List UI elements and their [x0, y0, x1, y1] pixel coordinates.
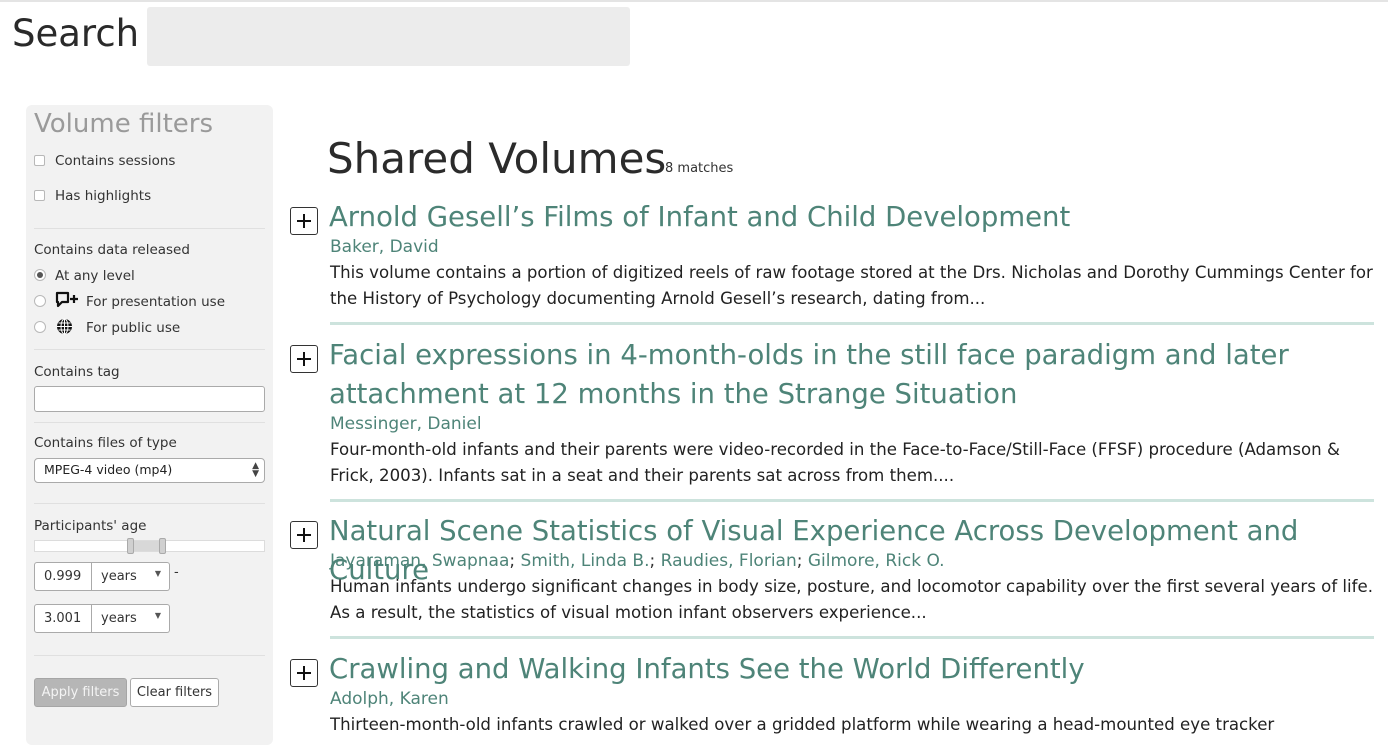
match-count: 8 matches — [665, 161, 734, 176]
volume-description: Human infants undergo significant change… — [330, 577, 1373, 622]
age-min-unit-value: years — [101, 569, 137, 584]
author-link[interactable]: Baker, David — [330, 237, 439, 257]
release-any-radio[interactable] — [34, 269, 46, 281]
filetype-select[interactable]: MPEG-4 video (mp4) ▲ ▼ — [34, 458, 265, 483]
volume-authors: Adolph, Karen — [330, 689, 449, 709]
volume-divider — [330, 322, 1374, 325]
contains-sessions-checkbox[interactable] — [34, 155, 45, 166]
author-link[interactable]: Messinger, Daniel — [330, 414, 482, 434]
volume-divider — [330, 636, 1374, 639]
volume-title-link[interactable]: Facial expressions in 4-month-olds in th… — [329, 336, 1379, 414]
globe-icon — [57, 318, 72, 335]
top-border — [0, 0, 1388, 2]
author-link[interactable]: Gilmore, Rick O. — [808, 551, 945, 571]
clear-filters-button[interactable]: Clear filters — [130, 678, 219, 707]
chevron-down-icon: ▼ — [154, 569, 161, 578]
divider — [34, 349, 265, 350]
contains-sessions-label[interactable]: Contains sessions — [55, 153, 175, 169]
volume-filters-panel: Volume filters Contains sessions Has hig… — [26, 105, 273, 745]
select-arrows-icon: ▲ ▼ — [252, 461, 259, 479]
page-title: Shared Volumes — [327, 134, 667, 183]
tag-input[interactable] — [34, 386, 265, 412]
chevron-down-icon: ▼ — [154, 611, 161, 620]
tag-label: Contains tag — [34, 364, 120, 380]
search-label: Search — [12, 12, 140, 55]
volume-title-link[interactable]: Crawling and Walking Infants See the Wor… — [329, 650, 1379, 689]
age-max-unit-value: years — [101, 611, 137, 626]
divider — [34, 503, 265, 504]
release-public-radio[interactable] — [34, 321, 46, 333]
volume-divider — [330, 499, 1374, 502]
filetype-value: MPEG-4 video (mp4) — [44, 462, 173, 477]
range-dash: - — [174, 565, 179, 580]
author-link[interactable]: Smith, Linda B. — [521, 551, 650, 571]
volume-authors: Baker, David — [330, 237, 439, 257]
apply-filters-button[interactable]: Apply filters — [34, 678, 127, 707]
presentation-icon — [55, 291, 78, 308]
release-public-label[interactable]: For public use — [86, 320, 180, 336]
volume-description: Four-month-old infants and their parents… — [330, 440, 1340, 485]
volume-title-link[interactable]: Arnold Gesell’s Films of Infant and Chil… — [329, 198, 1379, 237]
age-min-input[interactable]: 0.999 — [34, 562, 92, 591]
volume-authors: Messinger, Daniel — [330, 414, 482, 434]
expand-plus-icon[interactable] — [290, 207, 318, 235]
release-any-label[interactable]: At any level — [55, 268, 135, 284]
volume-description: This volume contains a portion of digiti… — [330, 263, 1373, 308]
age-slider-max-handle[interactable] — [159, 538, 166, 554]
age-max-unit-select[interactable]: years ▼ — [92, 604, 170, 633]
author-link[interactable]: Jayaraman, Swapnaa — [330, 551, 509, 571]
search-input[interactable] — [147, 7, 630, 66]
volume-authors: Jayaraman, Swapnaa; Smith, Linda B.; Rau… — [330, 551, 945, 571]
age-slider-min-handle[interactable] — [127, 538, 134, 554]
filetype-label: Contains files of type — [34, 435, 177, 451]
volume-description: Thirteen-month-old infants crawled or wa… — [330, 715, 1275, 734]
age-label: Participants' age — [34, 518, 147, 534]
author-link[interactable]: Adolph, Karen — [330, 689, 449, 709]
author-link[interactable]: Raudies, Florian — [661, 551, 797, 571]
expand-plus-icon[interactable] — [290, 345, 318, 373]
age-max-input[interactable]: 3.001 — [34, 604, 92, 633]
has-highlights-label[interactable]: Has highlights — [55, 188, 151, 204]
age-min-unit-select[interactable]: years ▼ — [92, 562, 170, 591]
expand-plus-icon[interactable] — [290, 521, 318, 549]
has-highlights-checkbox[interactable] — [34, 190, 45, 201]
divider — [34, 655, 265, 656]
release-level-label: Contains data released — [34, 242, 190, 258]
filters-title: Volume filters — [34, 109, 213, 139]
divider — [34, 422, 265, 423]
release-presentation-label[interactable]: For presentation use — [86, 294, 225, 310]
divider — [34, 228, 265, 229]
expand-plus-icon[interactable] — [290, 659, 318, 687]
release-presentation-radio[interactable] — [34, 295, 46, 307]
